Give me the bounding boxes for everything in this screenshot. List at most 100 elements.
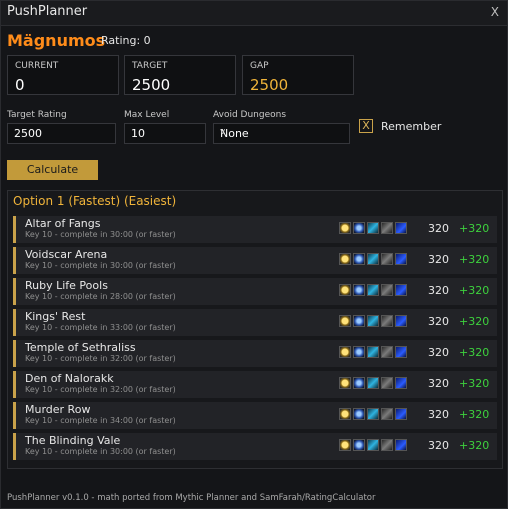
dungeon-score: 320: [428, 439, 449, 452]
dungeon-detail: Key 10 - complete in 30:00 (or faster): [25, 230, 176, 239]
fortified-affix-icon: [339, 222, 351, 234]
pushplanner-window: PushPlanner X Mägnumos Rating: 0 CURRENT…: [0, 0, 508, 509]
fortified-affix-icon: [339, 346, 351, 358]
fortified-affix-icon: [339, 284, 351, 296]
gray-affix-icon: [381, 253, 393, 265]
target-rating-input[interactable]: 2500: [7, 123, 116, 144]
blue-affix-icon: [395, 408, 407, 420]
score-delta: +320: [459, 222, 490, 235]
dungeon-score: 320: [428, 408, 449, 421]
affix-icons: [339, 284, 409, 303]
dungeon-row[interactable]: Ruby Life Pools Key 10 - complete in 28:0…: [13, 278, 497, 305]
dungeon-detail: Key 10 - complete in 30:00 (or faster): [25, 261, 176, 270]
fortified-affix-icon: [339, 377, 351, 389]
blue-affix-icon: [395, 346, 407, 358]
max-level-label: Max Level: [124, 110, 170, 120]
dungeon-row[interactable]: Altar of Fangs Key 10 - complete in 30:00…: [13, 216, 497, 243]
teal-affix-icon: [367, 222, 379, 234]
titlebar[interactable]: PushPlanner X: [1, 1, 507, 26]
tyrannical-affix-icon: [353, 346, 365, 358]
gray-affix-icon: [381, 439, 393, 451]
dungeon-detail: Key 10 - complete in 34:00 (or faster): [25, 416, 176, 425]
fortified-affix-icon: [339, 408, 351, 420]
calculate-button[interactable]: Calculate: [7, 160, 98, 180]
affix-icons: [339, 222, 409, 241]
score-delta: +320: [459, 377, 490, 390]
max-level-input[interactable]: 10: [124, 123, 206, 144]
dungeon-row[interactable]: Kings' Rest Key 10 - complete in 33:00 (o…: [13, 309, 497, 336]
avoid-dungeons-label: Avoid Dungeons: [213, 110, 287, 120]
character-rating: Rating: 0: [101, 34, 151, 47]
gray-affix-icon: [381, 222, 393, 234]
dungeon-detail: Key 10 - complete in 32:00 (or faster): [25, 385, 176, 394]
option-title: Option 1 (Fastest) (Easiest): [13, 194, 177, 208]
gap-label: GAP: [250, 61, 269, 71]
blue-affix-icon: [395, 377, 407, 389]
tyrannical-affix-icon: [353, 377, 365, 389]
window-title: PushPlanner: [7, 4, 88, 19]
blue-affix-icon: [395, 222, 407, 234]
tyrannical-affix-icon: [353, 253, 365, 265]
tyrannical-affix-icon: [353, 315, 365, 327]
tyrannical-affix-icon: [353, 222, 365, 234]
footer-text: PushPlanner v0.1.0 - math ported from My…: [7, 493, 376, 503]
current-value: 0: [15, 76, 25, 94]
dungeon-name: Kings' Rest: [25, 310, 86, 323]
tyrannical-affix-icon: [353, 408, 365, 420]
dungeon-detail: Key 10 - complete in 33:00 (or faster): [25, 323, 176, 332]
affix-icons: [339, 253, 409, 272]
dungeon-score: 320: [428, 222, 449, 235]
score-delta: +320: [459, 253, 490, 266]
dungeon-name: Ruby Life Pools: [25, 279, 108, 292]
chevron-down-icon: v: [220, 127, 226, 137]
dungeon-row[interactable]: Murder Row Key 10 - complete in 34:00 (or…: [13, 402, 497, 429]
gray-affix-icon: [381, 315, 393, 327]
affix-icons: [339, 315, 409, 334]
gap-value: 2500: [250, 76, 289, 94]
affix-icons: [339, 439, 409, 458]
close-icon[interactable]: X: [491, 5, 499, 19]
target-value: 2500: [132, 76, 171, 94]
dungeon-detail: Key 10 - complete in 32:00 (or faster): [25, 354, 176, 363]
dungeon-name: Temple of Sethraliss: [25, 341, 136, 354]
dungeon-row[interactable]: Temple of Sethraliss Key 10 - complete in…: [13, 340, 497, 367]
score-delta: +320: [459, 346, 490, 359]
blue-affix-icon: [395, 253, 407, 265]
gray-affix-icon: [381, 377, 393, 389]
target-label: TARGET: [132, 61, 168, 71]
dungeon-detail: Key 10 - complete in 30:00 (or faster): [25, 447, 176, 456]
target-rating-value: 2500: [14, 127, 42, 140]
score-delta: +320: [459, 408, 490, 421]
blue-affix-icon: [395, 284, 407, 296]
dungeon-score: 320: [428, 377, 449, 390]
dungeon-detail: Key 10 - complete in 28:00 (or faster): [25, 292, 176, 301]
dungeon-name: Den of Nalorakk: [25, 372, 114, 385]
gray-affix-icon: [381, 346, 393, 358]
target-stat: TARGET 2500: [124, 55, 236, 95]
teal-affix-icon: [367, 408, 379, 420]
affix-icons: [339, 346, 409, 365]
teal-affix-icon: [367, 439, 379, 451]
tyrannical-affix-icon: [353, 284, 365, 296]
dungeon-row[interactable]: The Blinding Vale Key 10 - complete in 30…: [13, 433, 497, 460]
fortified-affix-icon: [339, 315, 351, 327]
score-delta: +320: [459, 284, 490, 297]
dungeon-row[interactable]: Den of Nalorakk Key 10 - complete in 32:0…: [13, 371, 497, 398]
avoid-dungeons-select[interactable]: None v: [213, 123, 350, 144]
max-level-value: 10: [131, 127, 145, 140]
tyrannical-affix-icon: [353, 439, 365, 451]
score-delta: +320: [459, 315, 490, 328]
dungeon-name: Altar of Fangs: [25, 217, 101, 230]
dungeon-score: 320: [428, 253, 449, 266]
current-stat: CURRENT 0: [7, 55, 119, 95]
affix-icons: [339, 408, 409, 427]
dungeon-row[interactable]: Voidscar Arena Key 10 - complete in 30:00…: [13, 247, 497, 274]
dungeon-name: The Blinding Vale: [25, 434, 121, 447]
blue-affix-icon: [395, 315, 407, 327]
dungeon-name: Voidscar Arena: [25, 248, 108, 261]
dungeon-name: Murder Row: [25, 403, 91, 416]
remember-label: Remember: [381, 120, 442, 133]
dungeon-score: 320: [428, 315, 449, 328]
dungeon-score: 320: [428, 346, 449, 359]
remember-checkbox[interactable]: X: [359, 119, 373, 133]
